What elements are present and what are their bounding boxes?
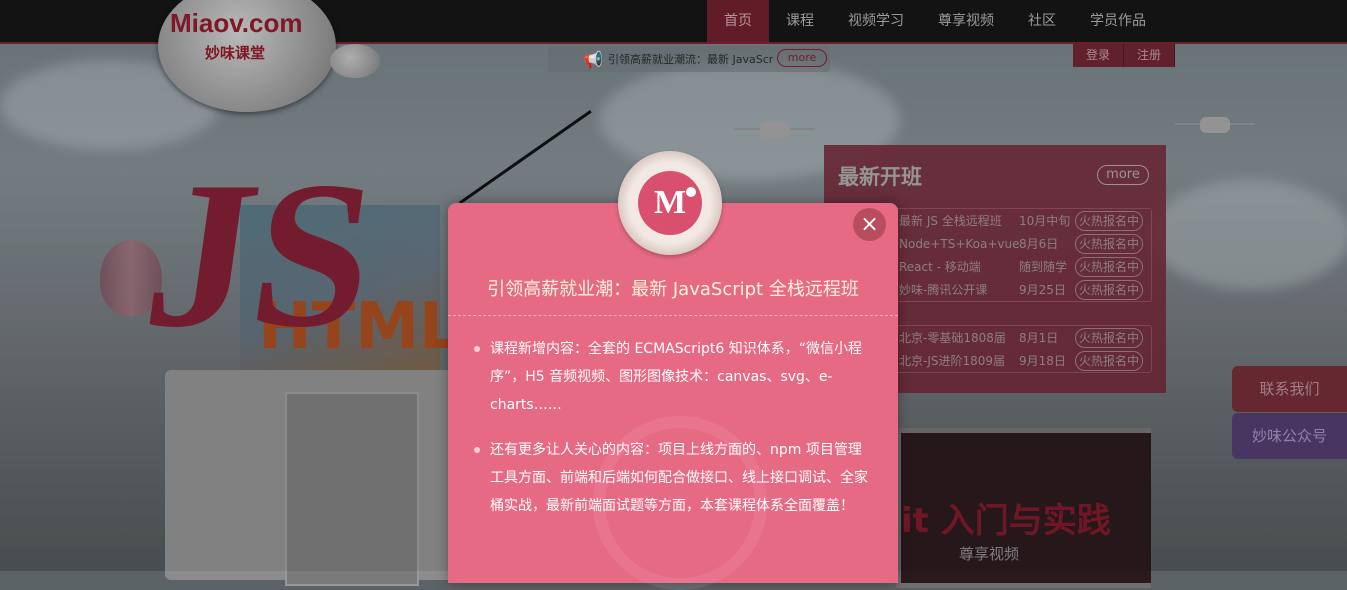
modal-divider [448,315,898,316]
bullet-dot [474,346,480,352]
promo-modal: 引领高薪就业潮：最新 JavaScript 全栈远程班 课程新增内容：全套的 E… [448,203,898,590]
close-icon[interactable]: × [853,208,886,241]
badge-dot [686,187,696,197]
bullet-dot [474,447,480,453]
miaov-m-icon: M [638,171,702,235]
modal-title: 引领高薪就业潮：最新 JavaScript 全栈远程班 [487,279,859,300]
modal-paragraph-more-content: 还有更多让人关心的内容：项目上线方面的、npm 项目管理工具方面、前端和后端如何… [490,442,868,514]
modal-logo-badge: M [618,151,722,255]
modal-paragraph-new-content: 课程新增内容：全套的 ECMAScript6 知识体系，“微信小程序”，H5 音… [490,341,862,413]
